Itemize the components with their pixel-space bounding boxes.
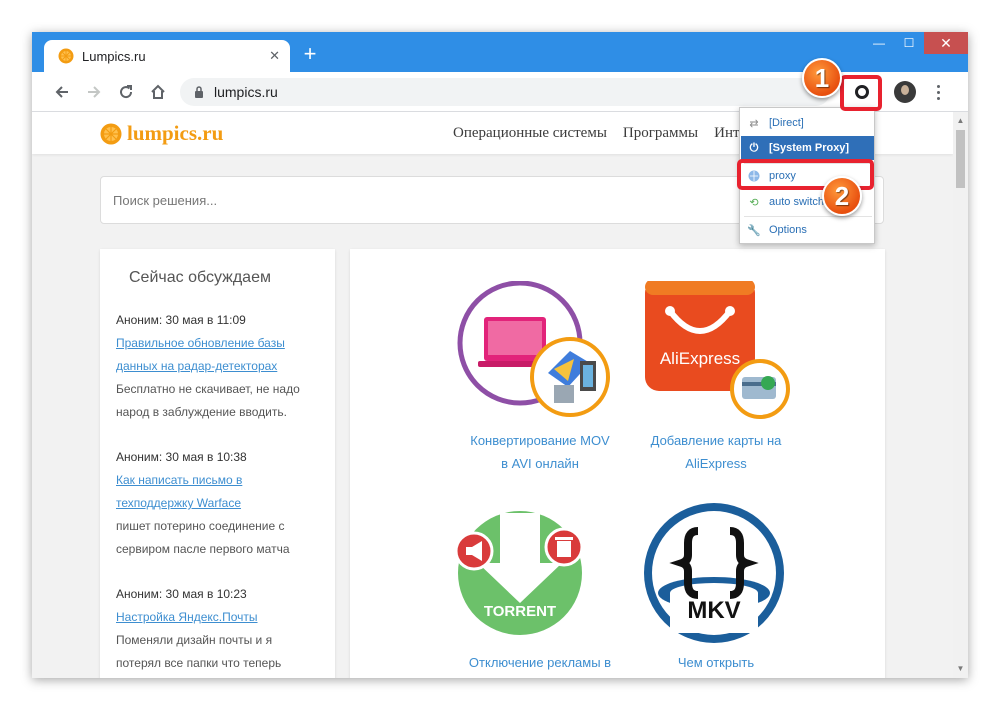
- discussion-sidebar: Сейчас обсуждаем Аноним: 30 мая в 11:09 …: [100, 249, 335, 678]
- forward-button[interactable]: [84, 82, 104, 102]
- power-icon: ⏻: [749, 141, 759, 154]
- comment-meta: Аноним: 30 мая в 11:09: [116, 313, 246, 327]
- back-arrow-icon: [55, 86, 68, 98]
- forward-arrow-icon: [88, 86, 101, 98]
- nav-item-os[interactable]: Операционные системы: [453, 125, 607, 142]
- torrent-logo-text: TORRENT: [483, 603, 557, 620]
- wrench-icon: 🔧: [747, 224, 761, 237]
- avatar-face: [901, 85, 909, 95]
- minimize-button[interactable]: —: [864, 32, 894, 54]
- comment-link[interactable]: Как написать письмо в техподдержку Warfa…: [116, 469, 319, 515]
- comment-text: пишет потерино соединение с сервиром пас…: [116, 519, 290, 556]
- scroll-thumb[interactable]: [956, 130, 965, 188]
- tab-close-icon[interactable]: ✕: [269, 48, 280, 64]
- aliexpress-logo-text: AliExpress: [659, 349, 741, 368]
- menu-separator: [744, 216, 872, 217]
- article-card[interactable]: Конвертирование MOV в AVI онлайн: [450, 280, 630, 475]
- reload-icon: [120, 85, 133, 99]
- page-scrollbar[interactable]: ▲ ▼: [953, 112, 968, 678]
- article-card[interactable]: AliExpress Добавление карты на AliExpres…: [626, 281, 806, 475]
- search-placeholder: Поиск решения...: [113, 192, 218, 208]
- menu-item-options[interactable]: 🔧 Options: [741, 218, 874, 242]
- lock-icon: [195, 86, 203, 98]
- tab-title: Lumpics.ru: [82, 48, 146, 64]
- article-image: MKV: [626, 503, 806, 643]
- home-button[interactable]: [148, 82, 168, 102]
- comment-link[interactable]: Настройка Яндекс.Почты: [116, 606, 319, 629]
- browser-tab[interactable]: Lumpics.ru ✕: [44, 40, 290, 72]
- window-controls: — ☐ ✕: [864, 32, 968, 54]
- article-card[interactable]: MKV Чем открыть: [626, 503, 806, 674]
- new-tab-button[interactable]: +: [300, 43, 320, 65]
- comment-link[interactable]: Правильное обновление базы данных на рад…: [116, 332, 319, 378]
- comment-meta: Аноним: 30 мая в 10:38: [116, 450, 247, 464]
- browser-menu-icon[interactable]: [930, 82, 946, 102]
- site-logo[interactable]: lumpics.ru: [100, 121, 223, 146]
- comment-text: Бесплатно не скачивает, не надо народ в …: [116, 382, 300, 419]
- comment-text: Поменяли дизайн почты и я потерял все па…: [116, 633, 282, 670]
- comment-item: Аноним: 30 мая в 10:23 Настройка Яндекс.…: [116, 583, 319, 678]
- article-title: Добавление карты на AliExpress: [650, 433, 782, 471]
- article-title: Чем открыть: [677, 655, 755, 670]
- profile-avatar[interactable]: [894, 81, 916, 103]
- mkv-logo-text: MKV: [687, 597, 741, 624]
- close-window-button[interactable]: ✕: [924, 32, 968, 54]
- nav-item-programs[interactable]: Программы: [623, 125, 698, 142]
- maximize-button[interactable]: ☐: [894, 32, 924, 54]
- article-title: Конвертирование MOV в AVI онлайн: [470, 433, 610, 471]
- comment-item: Аноним: 30 мая в 10:38 Как написать пись…: [116, 446, 319, 561]
- orange-logo-icon: [100, 123, 122, 144]
- lumpics-favicon-icon: [58, 48, 74, 64]
- step-badge-1: 1: [802, 58, 842, 98]
- reload-button[interactable]: [116, 82, 136, 102]
- back-button[interactable]: [52, 82, 72, 102]
- article-image: TORRENT: [450, 503, 630, 643]
- step-badge-2: 2: [822, 176, 862, 216]
- comment-item: Аноним: 30 мая в 11:09 Правильное обновл…: [116, 309, 319, 424]
- article-image: [450, 280, 630, 421]
- torrent-download-icon: [454, 511, 584, 635]
- address-bar[interactable]: lumpics.ru: [180, 78, 830, 106]
- comment-meta: Аноним: 30 мая в 10:23: [116, 587, 247, 601]
- highlight-extension-button: [840, 75, 882, 111]
- auto-switch-icon: ⟲: [749, 196, 759, 209]
- scroll-down-arrow-icon[interactable]: ▼: [956, 664, 965, 674]
- logo-text: lumpics.ru: [127, 121, 224, 145]
- swap-arrows-icon: ⇄: [749, 117, 759, 130]
- article-title: Отключение рекламы в: [468, 655, 612, 670]
- article-card[interactable]: TORRENT Отключение рекламы в: [450, 503, 630, 674]
- menu-item-direct[interactable]: ⇄ [Direct]: [741, 111, 874, 135]
- video-convert-icon: [457, 280, 610, 417]
- menu-item-system-proxy[interactable]: ⏻ [System Proxy]: [741, 136, 874, 160]
- articles-grid: Конвертирование MOV в AVI онлайн AliExpr…: [350, 249, 885, 678]
- scroll-up-arrow-icon[interactable]: ▲: [956, 116, 965, 126]
- sidebar-title: Сейчас обсуждаем: [129, 269, 271, 286]
- home-icon: [151, 84, 165, 99]
- site-nav: Операционные системы Программы Интер: [453, 125, 770, 142]
- article-image: AliExpress: [626, 281, 806, 421]
- url-text: lumpics.ru: [214, 84, 278, 100]
